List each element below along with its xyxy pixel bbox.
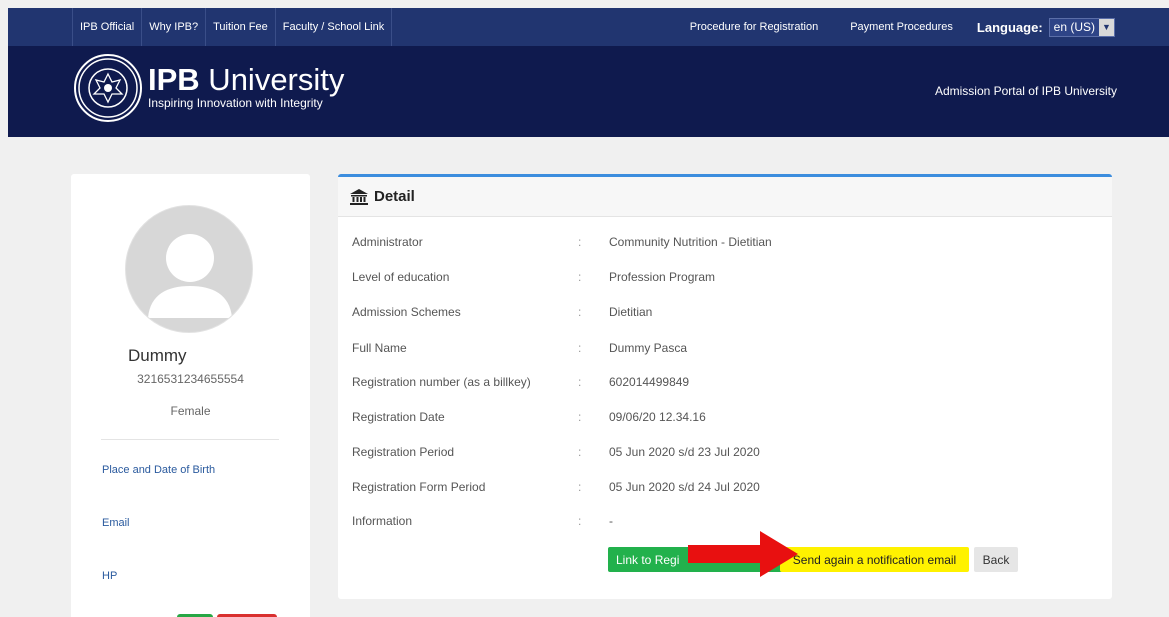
detail-row-education: Level of education: Profession Program bbox=[352, 270, 716, 284]
language-value: en (US) bbox=[1053, 20, 1095, 34]
chevron-down-icon[interactable]: ▼ bbox=[1099, 18, 1114, 36]
profile-id: 3216531234655554 bbox=[137, 372, 244, 386]
nav-payment-procedures[interactable]: Payment Procedures bbox=[850, 21, 953, 33]
user-icon bbox=[148, 234, 232, 318]
back-button[interactable]: Back bbox=[974, 547, 1018, 572]
profile-field-birth: Place and Date of Birth bbox=[102, 464, 216, 476]
site-header: IPB University Inspiring Innovation with… bbox=[8, 46, 1169, 137]
profile-gender: Female bbox=[170, 404, 211, 418]
top-nav-left: IPB Official Why IPB? Tuition Fee Facult… bbox=[72, 8, 393, 46]
detail-row-regnumber: Registration number (as a billkey):60201… bbox=[352, 375, 690, 389]
profile-card: Dummy 3216531234655554 Female Place and … bbox=[71, 174, 310, 617]
profile-divider bbox=[101, 439, 279, 440]
send-notification-email-button[interactable]: Send again a notification email bbox=[780, 547, 969, 572]
top-nav-bar: IPB Official Why IPB? Tuition Fee Facult… bbox=[8, 8, 1169, 46]
brand[interactable]: IPB University Inspiring Innovation with… bbox=[148, 62, 345, 111]
detail-panel: Detail Administrator: Community Nutrition… bbox=[338, 174, 1112, 599]
nav-tuition-fee[interactable]: Tuition Fee bbox=[206, 8, 276, 46]
university-seal-icon bbox=[74, 54, 142, 122]
detail-row-regdate: Registration Date:09/06/20 12.34.16 bbox=[352, 410, 706, 424]
profile-name: Dummy bbox=[128, 346, 187, 365]
nav-faculty-link[interactable]: Faculty / School Link bbox=[276, 8, 393, 46]
brand-tagline: Inspiring Innovation with Integrity bbox=[148, 96, 323, 110]
detail-row-administrator: Administrator: Community Nutrition - Diet… bbox=[352, 235, 772, 249]
profile-field-email: Email bbox=[102, 517, 130, 529]
bank-icon bbox=[350, 188, 368, 205]
profile-field-hp: HP bbox=[102, 570, 118, 582]
detail-row-fullname: Full Name: Dummy Pasca bbox=[352, 341, 688, 355]
nav-procedure-registration[interactable]: Procedure for Registration bbox=[690, 21, 818, 33]
avatar bbox=[125, 205, 253, 333]
detail-row-schemes: Admission Schemes: Dietitian bbox=[352, 305, 653, 319]
portal-title: Admission Portal of IPB University bbox=[934, 84, 1117, 98]
nav-why-ipb[interactable]: Why IPB? bbox=[142, 8, 207, 46]
red-arrow-icon bbox=[688, 531, 798, 577]
brand-title: IPB University bbox=[148, 62, 345, 97]
detail-header: Detail bbox=[338, 177, 1112, 217]
detail-title: Detail bbox=[374, 188, 415, 205]
language-label: Language: bbox=[976, 19, 1043, 35]
language-selector: Language: en (US) ▼ bbox=[976, 17, 1115, 37]
language-dropdown[interactable]: en (US) ▼ bbox=[1048, 17, 1115, 37]
top-nav-right: Procedure for Registration Payment Proce… bbox=[658, 8, 1115, 46]
detail-row-regperiod: Registration Period:05 Jun 2020 s/d 23 J… bbox=[352, 445, 760, 459]
detail-row-formperiod: Registration Form Period:05 Jun 2020 s/d… bbox=[352, 480, 760, 494]
nav-ipb-official[interactable]: IPB Official bbox=[72, 8, 143, 46]
